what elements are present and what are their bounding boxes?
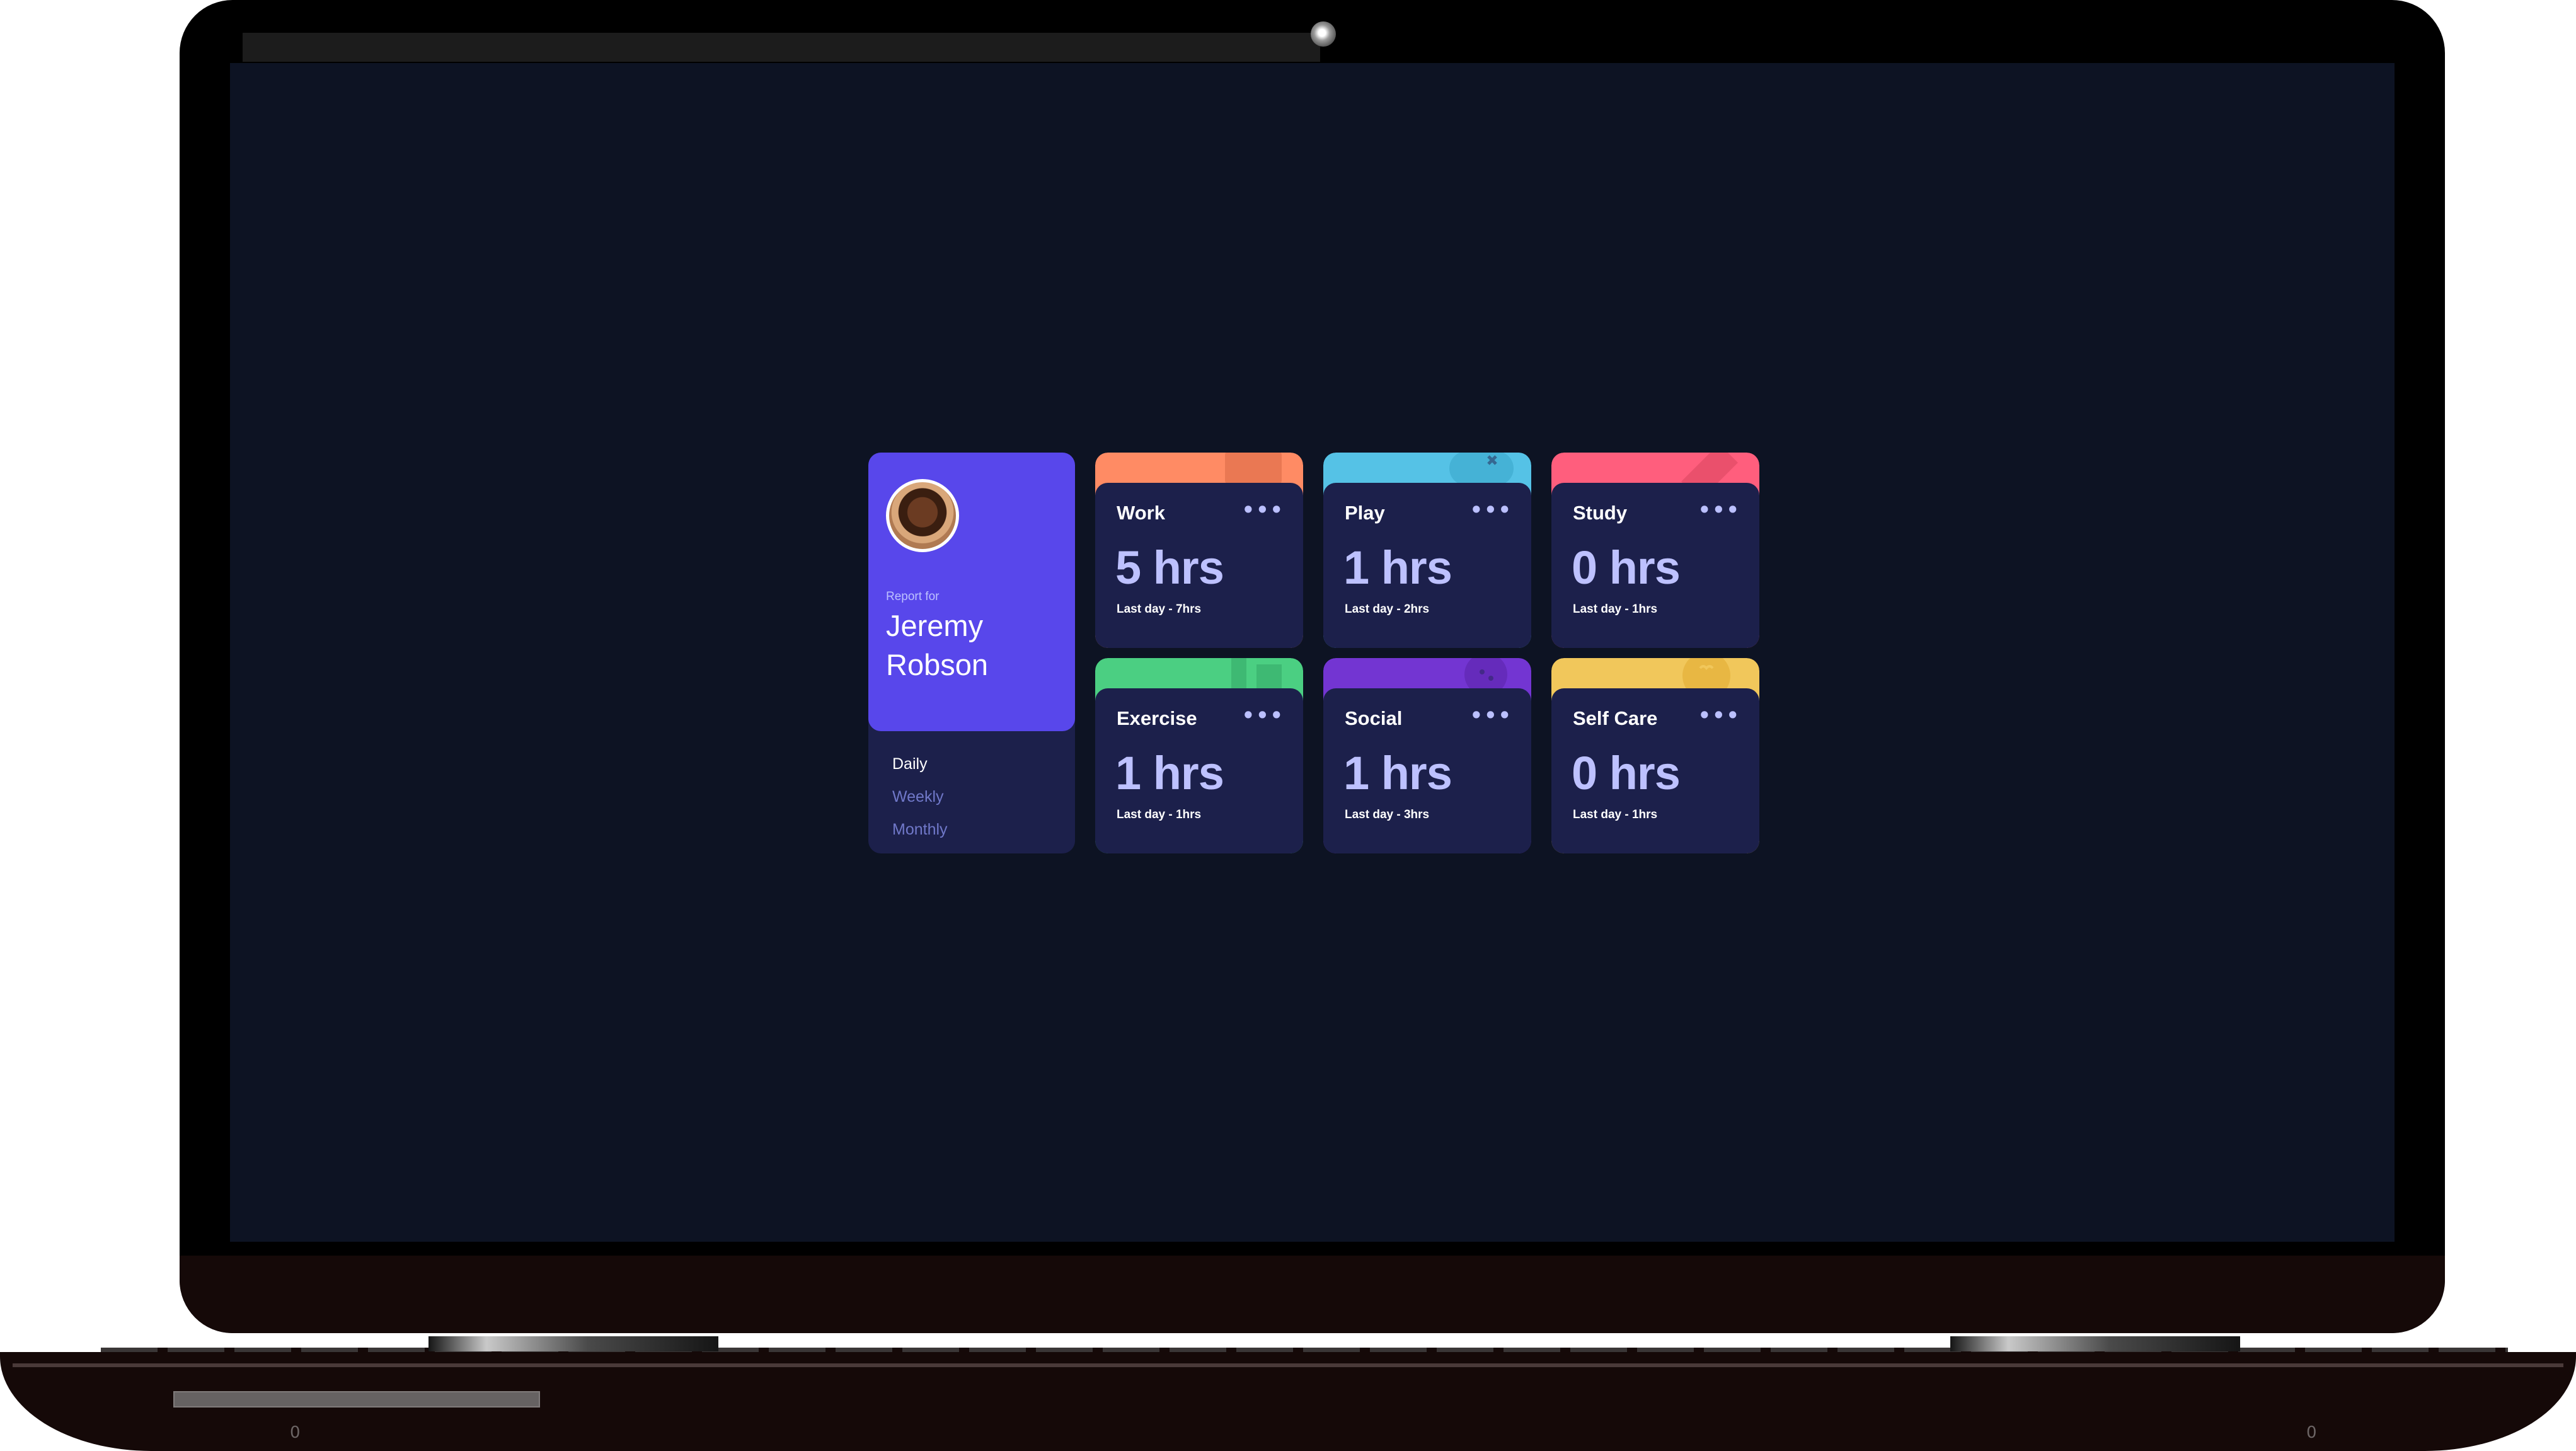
- tile-title: Work: [1117, 502, 1165, 524]
- ellipsis-icon[interactable]: •••: [1470, 703, 1512, 727]
- hinge-left: [428, 1336, 718, 1351]
- tile-body: Self Care ••• 0 hrs Last day - 1hrs: [1551, 688, 1759, 853]
- tile-previous: Last day - 2hrs: [1345, 603, 1430, 616]
- tile-title: Exercise: [1117, 707, 1197, 729]
- book-icon: [1681, 453, 1738, 485]
- profile-header: Report for Jeremy Robson: [868, 453, 1075, 731]
- tile-body: Social ••• 1 hrs Last day - 3hrs: [1323, 688, 1531, 853]
- tile-title: Social: [1345, 707, 1403, 729]
- webcam-icon: [1311, 21, 1336, 47]
- heart-icon: [1682, 658, 1730, 691]
- ellipsis-icon[interactable]: •••: [1242, 703, 1284, 727]
- tile-body: Study ••• 0 hrs Last day - 1hrs: [1551, 483, 1759, 648]
- tile-previous: Last day - 1hrs: [1573, 808, 1658, 821]
- tile-body: Work ••• 5 hrs Last day - 7hrs: [1095, 483, 1303, 648]
- tile-hours: 1 hrs: [1343, 541, 1452, 594]
- report-for-label: Report for: [886, 590, 940, 603]
- period-selector: Daily Weekly Monthly: [892, 748, 948, 846]
- tile-title: Play: [1345, 502, 1385, 524]
- chat-icon: [1464, 658, 1507, 691]
- tile-work: Work ••• 5 hrs Last day - 7hrs: [1095, 453, 1303, 648]
- gamepad-icon: [1449, 453, 1514, 485]
- period-monthly[interactable]: Monthly: [892, 813, 948, 846]
- period-daily[interactable]: Daily: [892, 748, 948, 780]
- tile-study: Study ••• 0 hrs Last day - 1hrs: [1551, 453, 1759, 648]
- base-divider: [13, 1363, 2563, 1367]
- tile-hours: 0 hrs: [1572, 747, 1681, 799]
- tile-hours: 1 hrs: [1343, 747, 1452, 799]
- camera-bar: [243, 33, 1320, 62]
- laptop-bezel-chin: [180, 1256, 2445, 1333]
- ellipsis-icon[interactable]: •••: [1470, 498, 1512, 522]
- user-name: Jeremy Robson: [886, 609, 988, 681]
- tile-previous: Last day - 1hrs: [1117, 808, 1202, 821]
- tile-play: Play ••• 1 hrs Last day - 2hrs: [1323, 453, 1531, 648]
- tile-body: Exercise ••• 1 hrs Last day - 1hrs: [1095, 688, 1303, 853]
- screen: Report for Jeremy Robson Daily Weekly Mo…: [230, 63, 2395, 1242]
- time-tracking-dashboard: Report for Jeremy Robson Daily Weekly Mo…: [868, 453, 1759, 853]
- ellipsis-icon[interactable]: •••: [1698, 703, 1740, 727]
- briefcase-icon: [1225, 453, 1282, 485]
- ellipsis-icon[interactable]: •••: [1242, 498, 1284, 522]
- tile-title: Self Care: [1573, 707, 1658, 729]
- tile-self-care: Self Care ••• 0 hrs Last day - 1hrs: [1551, 658, 1759, 853]
- period-weekly[interactable]: Weekly: [892, 780, 948, 813]
- tile-social: Social ••• 1 hrs Last day - 3hrs: [1323, 658, 1531, 853]
- base-mark-right: 0: [2306, 1423, 2317, 1442]
- runner-icon: [1231, 658, 1282, 691]
- tile-previous: Last day - 7hrs: [1117, 603, 1202, 616]
- ellipsis-icon[interactable]: •••: [1698, 498, 1740, 522]
- tile-previous: Last day - 1hrs: [1573, 603, 1658, 616]
- tile-hours: 1 hrs: [1115, 747, 1224, 799]
- tile-title: Study: [1573, 502, 1628, 524]
- tile-exercise: Exercise ••• 1 hrs Last day - 1hrs: [1095, 658, 1303, 853]
- hinge-right: [1950, 1336, 2240, 1351]
- tile-hours: 0 hrs: [1572, 541, 1681, 594]
- profile-card: Report for Jeremy Robson Daily Weekly Mo…: [868, 453, 1075, 853]
- tile-body: Play ••• 1 hrs Last day - 2hrs: [1323, 483, 1531, 648]
- base-mark-left: 0: [290, 1423, 301, 1442]
- touch-strip: [173, 1391, 540, 1408]
- tile-previous: Last day - 3hrs: [1345, 808, 1430, 821]
- avatar: [886, 479, 959, 552]
- tile-hours: 5 hrs: [1115, 541, 1224, 594]
